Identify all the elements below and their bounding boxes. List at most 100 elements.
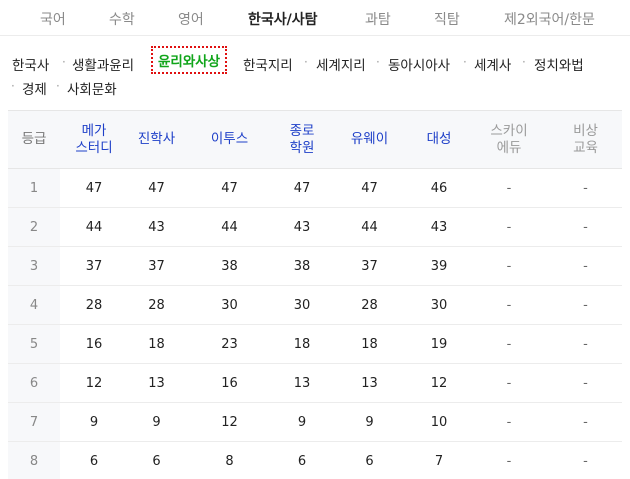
cell-etoos: 30 (185, 285, 274, 325)
cell-megastudy: 12 (60, 363, 128, 403)
tab-korean-history-social[interactable]: 한국사/사탐 (248, 9, 318, 29)
table-row: 3 37 37 38 38 37 39- - (8, 246, 622, 286)
cell-uway: 28 (330, 285, 409, 325)
cell-daesung: 19 (409, 324, 469, 364)
tab-vocational[interactable]: 직탐 (434, 9, 460, 29)
cell-etoos: 47 (185, 168, 274, 208)
cell-skyedu: - (469, 441, 549, 479)
cell-uway: 47 (330, 168, 409, 208)
cell-uway: 18 (330, 324, 409, 364)
cell-visang: - (549, 402, 622, 442)
sub-tab-society-culture[interactable]: 사회문화 (67, 78, 117, 98)
cell-jinhaksa: 43 (128, 207, 185, 247)
cell-jinhaksa: 37 (128, 246, 185, 286)
cell-megastudy: 47 (60, 168, 128, 208)
cell-jinhaksa: 28 (128, 285, 185, 325)
cell-etoos: 23 (185, 324, 274, 364)
cell-jongro: 47 (274, 168, 330, 208)
cell-grade: 6 (8, 363, 60, 403)
cell-megastudy: 9 (60, 402, 128, 442)
cell-jinhaksa: 47 (128, 168, 185, 208)
cell-daesung: 30 (409, 285, 469, 325)
cell-visang: - (549, 363, 622, 403)
cell-uway: 44 (330, 207, 409, 247)
cell-etoos: 38 (185, 246, 274, 286)
cell-skyedu: - (469, 363, 549, 403)
header-megastudy: 메가 스터디 (60, 110, 128, 169)
cell-etoos: 8 (185, 441, 274, 479)
cell-uway: 6 (330, 441, 409, 479)
tab-second-language[interactable]: 제2외국어/한문 (504, 9, 595, 29)
cell-skyedu: - (469, 402, 549, 442)
cell-jinhaksa: 6 (128, 441, 185, 479)
sub-tab-politics-law[interactable]: 정치와법 (534, 54, 584, 74)
cell-daesung: 10 (409, 402, 469, 442)
cell-jongro: 13 (274, 363, 330, 403)
separator-dot: · (56, 79, 60, 93)
table-row: 5 16 18 23 18 18 19- - (8, 324, 622, 364)
sub-tab-world-history[interactable]: 세계사 (474, 54, 511, 74)
sub-tab-korean-history[interactable]: 한국사 (12, 54, 49, 74)
tab-korean[interactable]: 국어 (40, 9, 66, 29)
separator-dot: · (376, 55, 380, 69)
tab-math[interactable]: 수학 (109, 9, 135, 29)
cell-uway: 9 (330, 402, 409, 442)
cell-skyedu: - (469, 324, 549, 364)
grade-cut-table: 등급 메가 스터디 진학사 이투스 종로 학원 유웨이 대성 스카이 에듀 비상 교육 … (8, 110, 622, 479)
cell-skyedu: - (469, 168, 549, 208)
cell-visang: - (549, 324, 622, 364)
cell-jinhaksa: 18 (128, 324, 185, 364)
cell-jongro: 43 (274, 207, 330, 247)
separator-dot: · (522, 55, 526, 69)
table-row: 6 12 13 16 13 13 12- - (8, 363, 622, 403)
cell-megastudy: 16 (60, 324, 128, 364)
sub-tab-life-ethics[interactable]: 생활과윤리 (72, 54, 134, 74)
header-skyedu: 스카이 에듀 (469, 110, 549, 169)
cell-jongro: 9 (274, 402, 330, 442)
cell-jongro: 30 (274, 285, 330, 325)
separator-dot: · (463, 55, 467, 69)
cell-visang: - (549, 441, 622, 479)
table-row: 7 9 9 12 9 9 10- - (8, 402, 622, 442)
table-row: 2 44 43 44 43 44 43- - (8, 207, 622, 247)
separator-dot: · (62, 55, 66, 69)
separator-dot: · (11, 79, 15, 93)
header-grade: 등급 (8, 110, 60, 169)
sub-tab-ethics-thought[interactable]: 윤리와사상 (151, 46, 228, 74)
sub-tab-korean-geography[interactable]: 한국지리 (243, 54, 293, 74)
sub-tab-world-geography[interactable]: 세계지리 (316, 54, 366, 74)
cell-jongro: 18 (274, 324, 330, 364)
cell-jongro: 38 (274, 246, 330, 286)
cell-skyedu: - (469, 207, 549, 247)
cell-daesung: 12 (409, 363, 469, 403)
table-header-row: 등급 메가 스터디 진학사 이투스 종로 학원 유웨이 대성 스카이 에듀 비상 교육 (8, 110, 622, 169)
cell-daesung: 39 (409, 246, 469, 286)
cell-daesung: 43 (409, 207, 469, 247)
header-etoos: 이투스 (185, 110, 274, 169)
tab-english[interactable]: 영어 (178, 9, 204, 29)
table-row: 1 47 47 47 47 47 46- - (8, 168, 622, 208)
cell-skyedu: - (469, 285, 549, 325)
header-jinhaksa: 진학사 (128, 110, 185, 169)
cell-daesung: 46 (409, 168, 469, 208)
cell-visang: - (549, 246, 622, 286)
table-row: 8668667-- (8, 441, 622, 479)
sub-tab-economics[interactable]: 경제 (22, 78, 47, 98)
cell-visang: - (549, 207, 622, 247)
cell-megastudy: 37 (60, 246, 128, 286)
cell-daesung: 7 (409, 441, 469, 479)
cell-etoos: 16 (185, 363, 274, 403)
cell-megastudy: 44 (60, 207, 128, 247)
cell-grade: 8 (8, 441, 60, 479)
cell-megastudy: 28 (60, 285, 128, 325)
table-row: 4 28 28 30 30 28 30- - (8, 285, 622, 325)
cell-grade: 7 (8, 402, 60, 442)
cell-megastudy: 6 (60, 441, 128, 479)
cell-grade: 4 (8, 285, 60, 325)
header-visang: 비상 교육 (549, 110, 622, 169)
cell-visang: - (549, 285, 622, 325)
tab-science[interactable]: 과탐 (365, 9, 391, 29)
sub-tab-east-asian-history[interactable]: 동아시아사 (388, 54, 450, 74)
cell-grade: 3 (8, 246, 60, 286)
cell-jongro: 6 (274, 441, 330, 479)
